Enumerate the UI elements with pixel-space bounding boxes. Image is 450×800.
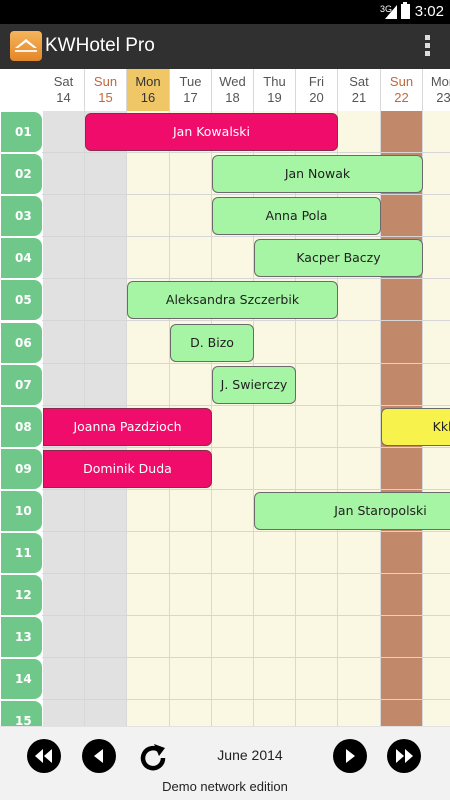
booking-block[interactable]: Jan Kowalski [85,113,338,151]
row-divider [42,615,450,616]
row-divider [42,363,450,364]
room-label[interactable]: 05 [1,280,42,320]
day-header[interactable]: Sat 14 [43,69,85,111]
row-divider [42,194,450,195]
room-label[interactable]: 13 [1,617,42,657]
room-label[interactable]: 07 [1,365,42,405]
day-name: Sun [93,74,118,89]
day-date: 21 [351,90,367,105]
app-title: KWHotel Pro [45,35,155,56]
day-name: Sat [53,74,74,89]
day-date: 19 [267,90,282,105]
row-divider [42,152,450,153]
day-date: 16 [140,90,156,105]
day-name: Mon [135,74,161,89]
booking-block[interactable]: Dominik Duda [43,450,212,488]
room-label[interactable]: 01 [1,112,42,152]
day-header[interactable]: Sat 21 [338,69,381,111]
edition-label: Demo network edition [162,779,288,794]
day-name: Sat [349,74,369,89]
booking-block[interactable]: Kacper Baczy [254,239,423,277]
refresh-icon[interactable] [136,739,170,773]
day-header[interactable]: Mon23 [423,69,450,111]
day-name: Tue [179,74,202,89]
room-label[interactable]: 10 [1,491,42,531]
row-divider [42,573,450,574]
booking-block[interactable]: J. Swierczy [212,366,296,404]
row-divider [42,405,450,406]
day-name: Sun [389,74,414,89]
day-header[interactable]: Sun 15 [85,69,127,111]
room-label[interactable]: 04 [1,238,42,278]
month-label: June 2014 [217,747,283,763]
row-divider [42,657,450,658]
day-date: 15 [98,90,113,105]
day-date: 14 [56,90,71,105]
day-date: 17 [183,90,198,105]
booking-block[interactable]: D. Bizo [170,324,254,362]
booking-block[interactable]: Joanna Pazdzioch [43,408,212,446]
room-label[interactable]: 02 [1,154,42,194]
row-divider [42,489,450,490]
row-divider [42,699,450,700]
day-name: Thu [263,74,286,89]
header-corner [0,69,42,111]
room-label[interactable]: 12 [1,575,42,615]
row-divider [42,531,450,532]
day-header[interactable]: Wed 18 [212,69,254,111]
booking-block[interactable]: Jan Staropolski [254,492,450,530]
day-name: Fri [308,74,325,89]
clock: 3:02 [414,3,444,20]
day-name: Mon [430,74,450,89]
room-label[interactable]: 11 [1,533,42,573]
booking-block[interactable]: Aleksandra Szczerbik [127,281,338,319]
room-label[interactable]: 03 [1,196,42,236]
room-label[interactable]: 06 [1,323,42,363]
action-bar: KWHotel Pro [0,24,450,69]
row-divider [42,236,450,237]
battery-icon [401,2,410,19]
room-label[interactable]: 08 [1,407,42,447]
next-icon[interactable] [333,739,367,773]
app-root: 3G 3:02 KWHotel Pro Sat 14 Sun 15 Mon 16 Tue 17… [0,0,450,800]
day-date: 23 [436,90,450,105]
booking-calendar[interactable]: Sat 14 Sun 15 Mon 16 Tue 17 Wed 18 Thu 19 Fri 20 Sat 21… [0,69,450,726]
room-label[interactable]: 15 [1,701,42,726]
status-bar: 3G 3:02 [0,0,450,24]
day-date: 18 [225,90,240,105]
app-logo-icon[interactable] [10,31,42,61]
booking-block[interactable]: Jan Nowak [212,155,423,193]
row-divider [42,278,450,279]
row-divider [42,447,450,448]
booking-block[interactable]: Kkk [381,408,450,446]
day-header[interactable]: Thu 19 [254,69,296,111]
room-label[interactable]: 09 [1,449,42,489]
row-divider [42,320,450,321]
overflow-menu-icon[interactable] [422,35,432,59]
room-label[interactable]: 14 [1,659,42,699]
booking-block[interactable]: Anna Pola [212,197,381,235]
rewind-icon[interactable] [27,739,61,773]
day-date: 20 [309,90,324,105]
signal-icon [385,5,397,19]
day-header[interactable]: Fri 20 [296,69,338,111]
day-date: 22 [394,90,409,105]
day-header[interactable]: Tue 17 [170,69,212,111]
day-name: Wed [219,74,246,89]
day-header[interactable]: Sun 22 [381,69,423,111]
previous-icon[interactable] [82,739,116,773]
fast-forward-icon[interactable] [387,739,421,773]
bottom-navigation: June 2014 Demo network edition [0,726,450,800]
day-header[interactable]: Mon 16 [127,69,170,111]
